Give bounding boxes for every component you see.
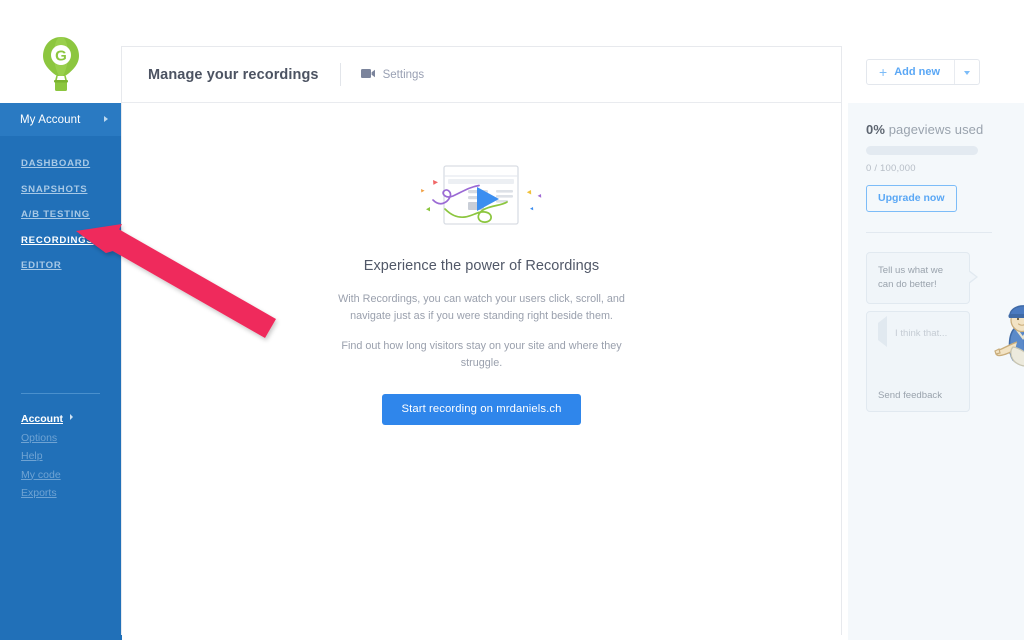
video-camera-icon [360, 68, 376, 82]
left-sidebar: G My Account DASHBOARD SNAPSHOTS A/B TES… [0, 0, 122, 640]
bubble-tail-inner [887, 317, 895, 346]
settings-link[interactable]: Settings [360, 68, 425, 82]
main-content-card: Manage your recordings Settings Experien… [121, 46, 842, 635]
sidebar-divider [21, 393, 100, 394]
sidebar-item-editor[interactable]: EDITOR [0, 253, 122, 279]
pageviews-progress-bar [866, 146, 978, 155]
add-new-label: Add new [894, 66, 941, 78]
send-feedback-button[interactable]: Send feedback [878, 390, 942, 401]
feedback-widget: Tell us what we can do better! Send feed… [866, 252, 1024, 412]
settings-label: Settings [382, 68, 425, 81]
sidebar-item-options[interactable]: Options [0, 429, 122, 448]
pageviews-counter: 0 / 100,000 [866, 163, 916, 174]
page-title: Manage your recordings [148, 66, 319, 83]
sidebar-item-recordings[interactable]: RECORDINGS [0, 228, 122, 254]
sidebar-item-dashboard[interactable]: DASHBOARD [0, 151, 122, 177]
sidebar-item-exports[interactable]: Exports [0, 484, 122, 503]
right-sidebar-body: 0% pageviews used 0 / 100,000 Upgrade no… [848, 103, 1024, 640]
feedback-input[interactable] [895, 328, 975, 339]
empty-state-paragraph-1: With Recordings, you can watch your user… [338, 293, 625, 322]
sidebar-nav-list: DASHBOARD SNAPSHOTS A/B TESTING RECORDIN… [0, 151, 122, 279]
start-recording-button[interactable]: Start recording on mrdaniels.ch [382, 394, 581, 425]
add-new-dropdown-button[interactable] [954, 60, 979, 84]
bubble-tail-inner [968, 271, 976, 283]
right-sidebar-divider [866, 232, 992, 233]
add-new-button[interactable]: + Add new [867, 60, 954, 84]
pageviews-usage-label: pageviews used [885, 122, 984, 137]
empty-state-paragraph-2: Find out how long visitors stay on your … [341, 340, 622, 369]
pointing-officer-mascot-icon [993, 300, 1024, 372]
card-header: Manage your recordings Settings [122, 47, 841, 103]
brand-logo[interactable]: G [37, 33, 85, 95]
recordings-empty-state: Experience the power of Recordings With … [122, 103, 841, 425]
right-sidebar: + Add new 0% pageviews used 0 / 100,000 … [848, 0, 1024, 640]
sidebar-nav-panel: My Account DASHBOARD SNAPSHOTS A/B TESTI… [0, 103, 122, 640]
pageviews-usage-percent: 0% [866, 122, 885, 137]
my-account-label: My Account [20, 113, 81, 126]
bubble-tail-outer [878, 316, 887, 347]
feedback-prompt-text: Tell us what we can do better! [878, 265, 944, 290]
header-separator [339, 63, 341, 86]
app-root: G My Account DASHBOARD SNAPSHOTS A/B TES… [0, 0, 1024, 640]
empty-state-title: Experience the power of Recordings [363, 258, 600, 274]
svg-text:G: G [55, 48, 67, 65]
sidebar-item-help[interactable]: Help [0, 447, 122, 466]
add-new-group: + Add new [866, 59, 981, 85]
chevron-right-icon [70, 414, 73, 420]
pageviews-usage-title: 0% pageviews used [866, 122, 1006, 137]
hot-air-balloon-icon: G [43, 37, 79, 91]
sidebar-item-ab-testing[interactable]: A/B TESTING [0, 202, 122, 228]
recordings-illustration [122, 159, 841, 242]
right-sidebar-top: + Add new [848, 0, 1024, 103]
sidebar-sub-nav-list: Account Options Help My code Exports [0, 410, 122, 503]
logo-zone: G [0, 0, 122, 103]
sidebar-item-my-code[interactable]: My code [0, 466, 122, 485]
plus-icon: + [879, 64, 888, 80]
sidebar-item-snapshots[interactable]: SNAPSHOTS [0, 177, 122, 203]
feedback-prompt-bubble: Tell us what we can do better! [866, 252, 978, 304]
sidebar-item-account-label: Account [21, 413, 63, 425]
upgrade-now-button[interactable]: Upgrade now [866, 185, 957, 212]
chevron-right-icon [104, 116, 108, 122]
feedback-form-bubble: Send feedback [866, 311, 975, 412]
sidebar-item-account[interactable]: Account [0, 410, 122, 429]
sidebar-my-account[interactable]: My Account [0, 103, 122, 136]
